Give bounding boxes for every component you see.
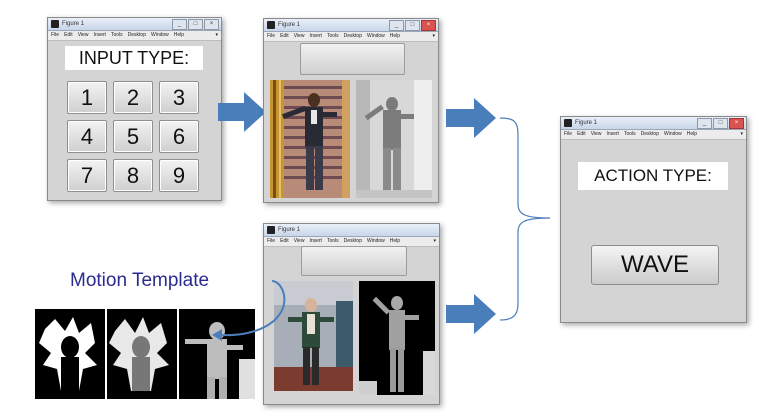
- maximize-icon[interactable]: □: [405, 20, 420, 31]
- motion-template-label: Motion Template: [70, 270, 210, 291]
- menu-tools[interactable]: Tools: [327, 32, 339, 41]
- menu-desktop[interactable]: Desktop: [344, 237, 362, 246]
- menu-help[interactable]: Help: [687, 130, 697, 139]
- menu-view[interactable]: View: [294, 237, 305, 246]
- action-type-label: ACTION TYPE:: [578, 162, 728, 190]
- menubar: File Edit View Insert Tools Desktop Wind…: [48, 31, 221, 41]
- menu-insert[interactable]: Insert: [93, 31, 106, 40]
- menu-insert[interactable]: Insert: [309, 32, 322, 41]
- key-2[interactable]: 2: [113, 81, 153, 114]
- menu-file[interactable]: File: [51, 31, 59, 40]
- blank-button[interactable]: [301, 246, 407, 276]
- minimize-icon[interactable]: _: [172, 19, 187, 30]
- action-type-window: Figure 1 _ □ × File Edit View Insert Too…: [560, 116, 747, 323]
- input-type-window: Figure 1 _ □ × File Edit View Insert Too…: [47, 17, 222, 201]
- menu-desktop[interactable]: Desktop: [344, 32, 362, 41]
- menu-edit[interactable]: Edit: [64, 31, 73, 40]
- menu-desktop[interactable]: Desktop: [641, 130, 659, 139]
- menu-view[interactable]: View: [78, 31, 89, 40]
- titlebar: Figure 1 _ □ ×: [264, 19, 438, 32]
- matlab-figure-icon: [267, 226, 275, 234]
- menu-edit[interactable]: Edit: [280, 237, 289, 246]
- menu-file[interactable]: File: [267, 237, 275, 246]
- menu-edit[interactable]: Edit: [577, 130, 586, 139]
- matlab-figure-icon: [564, 119, 572, 127]
- arrow-right-icon: [218, 92, 266, 132]
- key-7[interactable]: 7: [67, 159, 107, 192]
- menu-edit[interactable]: Edit: [280, 32, 289, 41]
- menu-window[interactable]: Window: [367, 237, 385, 246]
- curved-pointer-arrow: [212, 280, 286, 341]
- menu-tools[interactable]: Tools: [327, 237, 339, 246]
- bracket-connector: [499, 117, 551, 321]
- titlebar: Figure 1: [264, 224, 439, 237]
- key-8[interactable]: 8: [113, 159, 153, 192]
- minimize-icon[interactable]: _: [697, 118, 712, 129]
- menu-arrow-icon: ▾: [740, 131, 743, 137]
- key-9[interactable]: 9: [159, 159, 199, 192]
- menu-file[interactable]: File: [267, 32, 275, 41]
- key-6[interactable]: 6: [159, 120, 199, 153]
- matlab-figure-icon: [267, 21, 275, 29]
- top-preview-window: Figure 1 _ □ × File Edit View Insert Too…: [263, 18, 439, 203]
- key-3[interactable]: 3: [159, 81, 199, 114]
- window-title: Figure 1: [575, 120, 598, 126]
- input-type-label: INPUT TYPE:: [65, 46, 203, 70]
- number-keypad: 1 2 3 4 5 6 7 8 9: [67, 81, 199, 192]
- window-title: Figure 1: [278, 22, 301, 28]
- close-icon[interactable]: ×: [729, 118, 744, 129]
- motion-template-frame-1: [35, 309, 105, 399]
- maximize-icon[interactable]: □: [713, 118, 728, 129]
- close-icon[interactable]: ×: [421, 20, 436, 31]
- menubar: File Edit View Insert Tools Desktop Wind…: [561, 130, 746, 140]
- menu-help[interactable]: Help: [390, 32, 400, 41]
- key-1[interactable]: 1: [67, 81, 107, 114]
- menu-arrow-icon: ▾: [433, 238, 436, 244]
- menu-insert[interactable]: Insert: [606, 130, 619, 139]
- menu-window[interactable]: Window: [367, 32, 385, 41]
- menu-window[interactable]: Window: [664, 130, 682, 139]
- menu-insert[interactable]: Insert: [309, 237, 322, 246]
- menu-window[interactable]: Window: [151, 31, 169, 40]
- arrow-right-icon: [446, 294, 496, 334]
- menu-view[interactable]: View: [591, 130, 602, 139]
- window-title: Figure 1: [278, 227, 301, 233]
- menu-help[interactable]: Help: [174, 31, 184, 40]
- key-4[interactable]: 4: [67, 120, 107, 153]
- titlebar: Figure 1 _ □ ×: [48, 18, 221, 31]
- menu-tools[interactable]: Tools: [624, 130, 636, 139]
- minimize-icon[interactable]: _: [389, 20, 404, 31]
- motion-template-frame-2: [107, 309, 177, 399]
- menu-view[interactable]: View: [294, 32, 305, 41]
- menubar: File Edit View Insert Tools Desktop Wind…: [264, 32, 438, 42]
- menu-arrow-icon: ▾: [215, 32, 218, 38]
- window-title: Figure 1: [62, 21, 85, 27]
- rgb-camera-frame: [270, 80, 350, 198]
- menu-file[interactable]: File: [564, 130, 572, 139]
- menu-desktop[interactable]: Desktop: [128, 31, 146, 40]
- close-icon[interactable]: ×: [204, 19, 219, 30]
- arrow-right-icon: [446, 98, 496, 138]
- maximize-icon[interactable]: □: [188, 19, 203, 30]
- menu-arrow-icon: ▾: [432, 33, 435, 39]
- depth-camera-frame: [356, 80, 432, 198]
- menu-tools[interactable]: Tools: [111, 31, 123, 40]
- matlab-figure-icon: [51, 20, 59, 28]
- wave-result-button[interactable]: WAVE: [591, 245, 719, 285]
- key-5[interactable]: 5: [113, 120, 153, 153]
- blank-button[interactable]: [300, 43, 405, 75]
- titlebar: Figure 1 _ □ ×: [561, 117, 746, 130]
- depth-camera-frame: [359, 281, 435, 395]
- menu-help[interactable]: Help: [390, 237, 400, 246]
